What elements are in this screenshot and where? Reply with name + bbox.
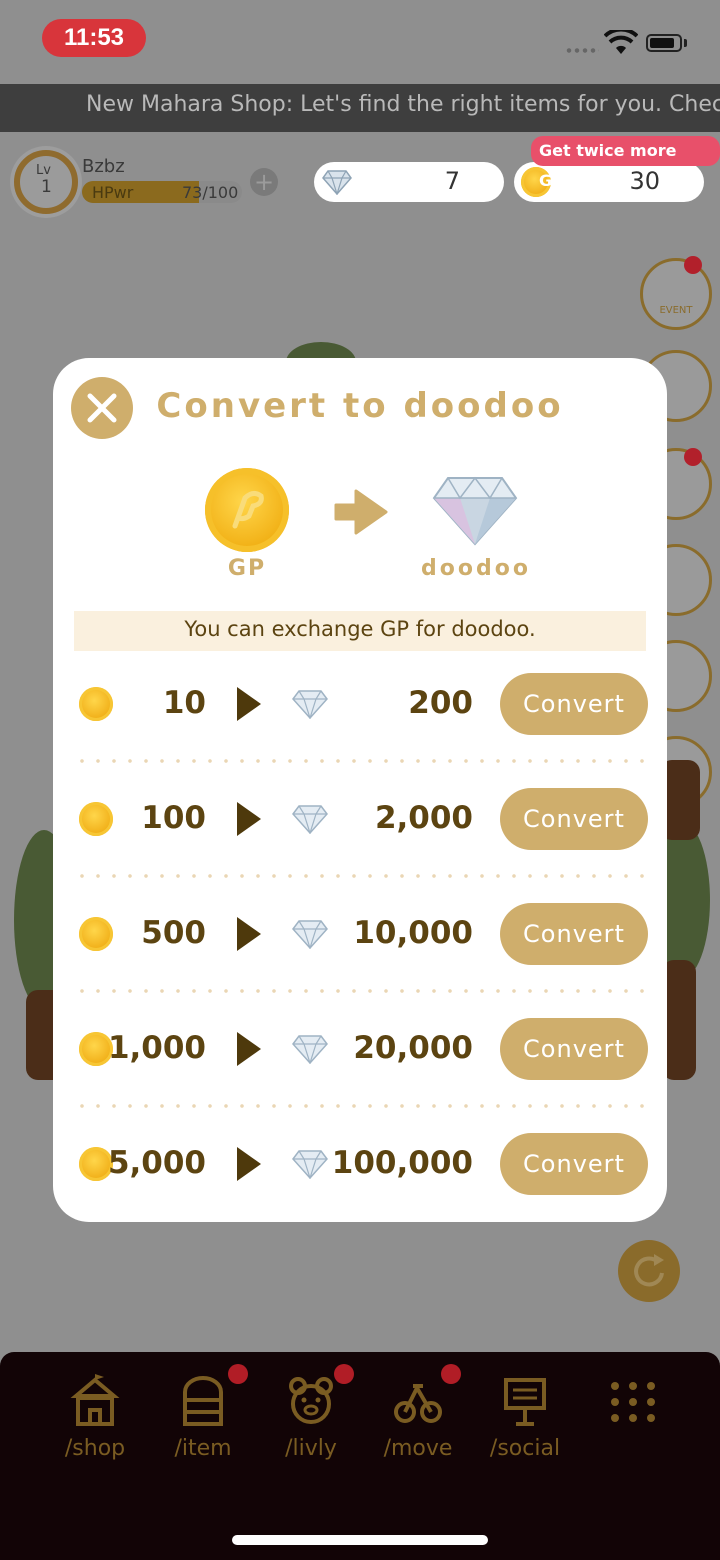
hp-label: HPwr bbox=[92, 183, 134, 202]
doodoo-amount: 2,000 bbox=[374, 800, 473, 836]
arrow-right-icon bbox=[237, 1032, 261, 1066]
convert-button[interactable]: Convert bbox=[500, 673, 648, 735]
event-button[interactable]: EVENT bbox=[640, 258, 712, 330]
wifi-icon bbox=[604, 30, 638, 54]
hp-value: 73/100 bbox=[182, 183, 239, 202]
doodoo-amount: 20,000 bbox=[353, 1030, 473, 1066]
arrow-right-icon bbox=[237, 1147, 261, 1181]
shop-tent-icon bbox=[70, 1374, 120, 1426]
nav-shop-label: /shop bbox=[64, 1436, 126, 1461]
nav-social[interactable]: /social bbox=[480, 1374, 570, 1461]
doodoo-label: doodoo bbox=[421, 556, 531, 581]
level-value: 1 bbox=[41, 177, 52, 197]
nav-livly-label: /livly bbox=[285, 1436, 337, 1461]
nav-move-label: /move bbox=[383, 1436, 453, 1461]
row-divider bbox=[74, 989, 646, 993]
arrow-right-icon bbox=[237, 917, 261, 951]
nav-item-label: /item bbox=[174, 1436, 232, 1461]
row-divider bbox=[74, 759, 646, 763]
calendar-notification-dot bbox=[684, 448, 702, 466]
doodoo-amount: 200 bbox=[408, 685, 473, 721]
event-label: EVENT bbox=[659, 305, 693, 316]
hp-add-button[interactable]: + bbox=[250, 168, 278, 196]
doodoo-amount: 100,000 bbox=[331, 1145, 473, 1181]
diamond-icon bbox=[432, 476, 518, 546]
gp-amount: 5,000 bbox=[107, 1145, 206, 1181]
ticker-text: New Mahara Shop: Let's find the right it… bbox=[86, 92, 720, 117]
doodoo-count: 7 bbox=[444, 167, 460, 195]
gp-amount: 1,000 bbox=[107, 1030, 206, 1066]
gp-count: 30 bbox=[629, 167, 660, 195]
arrow-right-icon bbox=[237, 802, 261, 836]
convert-button[interactable]: Convert bbox=[500, 788, 648, 850]
refresh-icon bbox=[634, 1254, 664, 1287]
gp-amount: 100 bbox=[141, 800, 206, 836]
nav-social-label: /social bbox=[489, 1436, 561, 1461]
gp-amount: 500 bbox=[141, 915, 206, 951]
event-notification-dot bbox=[684, 256, 702, 274]
gp-amount: 10 bbox=[162, 685, 206, 721]
move-notification-dot bbox=[441, 1364, 461, 1384]
signboard-icon bbox=[504, 1378, 546, 1426]
level-label: Lv bbox=[36, 163, 51, 178]
gp-label: GP bbox=[227, 556, 267, 581]
convert-button[interactable]: Convert bbox=[500, 1018, 648, 1080]
grid-menu-icon bbox=[611, 1382, 655, 1422]
news-ticker[interactable]: New Mahara Shop: Let's find the right it… bbox=[0, 84, 720, 132]
promo-badge[interactable]: Get twice more GP! bbox=[531, 136, 720, 190]
battery-tip bbox=[684, 39, 687, 47]
row-divider bbox=[74, 874, 646, 878]
livly-notification-dot bbox=[334, 1364, 354, 1384]
diamond-icon bbox=[322, 170, 352, 195]
signal-icon bbox=[565, 48, 599, 53]
arrow-right-icon bbox=[237, 687, 261, 721]
player-name: Bzbz bbox=[82, 156, 125, 177]
doodoo-amount: 10,000 bbox=[353, 915, 473, 951]
row-divider bbox=[74, 1104, 646, 1108]
close-icon bbox=[87, 393, 117, 423]
gp-coin-icon bbox=[205, 468, 289, 552]
right-planter bbox=[662, 960, 696, 1080]
status-time: 11:53 bbox=[42, 19, 146, 57]
home-indicator[interactable] bbox=[232, 1535, 488, 1545]
battery-icon bbox=[646, 34, 682, 52]
nav-shop[interactable]: /shop bbox=[50, 1374, 140, 1461]
item-notification-dot bbox=[228, 1364, 248, 1384]
info-text: You can exchange GP for doodoo. bbox=[184, 617, 536, 641]
refresh-button[interactable] bbox=[618, 1240, 680, 1302]
arrow-right-icon bbox=[334, 489, 388, 535]
nav-menu[interactable] bbox=[588, 1374, 678, 1434]
convert-button[interactable]: Convert bbox=[500, 1133, 648, 1195]
dialog-title: Convert to doodoo bbox=[156, 386, 564, 426]
close-button[interactable] bbox=[71, 377, 133, 439]
convert-button[interactable]: Convert bbox=[500, 903, 648, 965]
